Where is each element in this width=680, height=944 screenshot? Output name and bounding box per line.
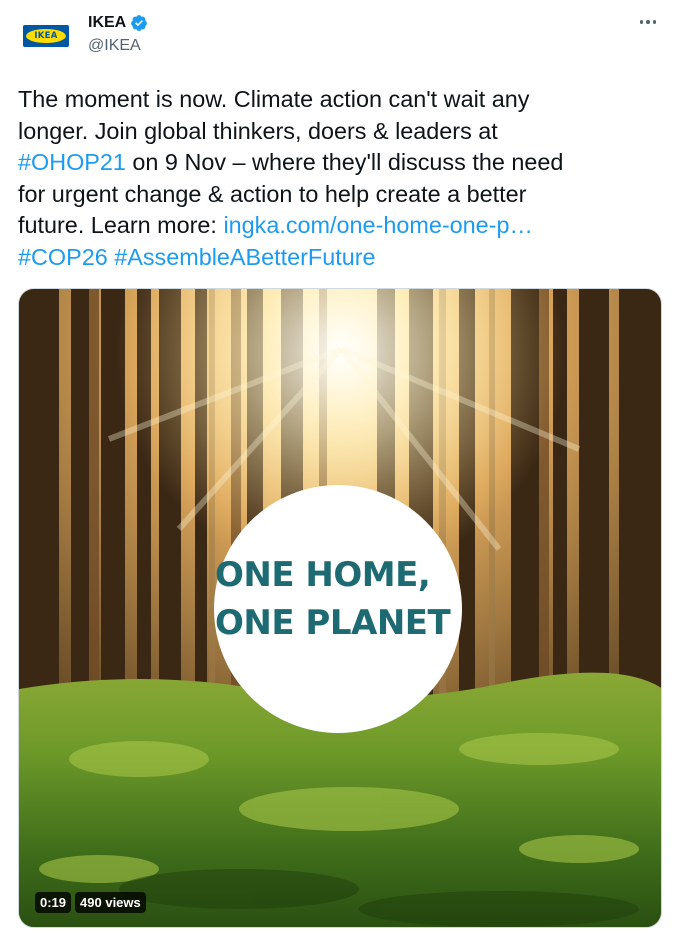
tweet-header: IKEA IKEA @IKEA [0, 0, 680, 80]
video-title-line: ONE HOME, [215, 555, 431, 595]
tweet-line: #COP26 #AssembleABetterFuture [18, 242, 658, 274]
tweet-line-text: on 9 Nov – where they'll discuss the nee… [125, 149, 564, 175]
more-options-icon[interactable] [636, 10, 660, 34]
tweet-line: longer. Join global thinkers, doers & le… [18, 117, 498, 144]
tweet-line-text: future. Learn more: [18, 212, 224, 238]
url-link[interactable]: ingka.com/one-home-one-p… [223, 212, 532, 238]
video-badges: 0:19 490 views [35, 892, 146, 913]
tweet-line: future. Learn more: ingka.com/one-home-o… [18, 210, 658, 242]
hashtag-link[interactable]: #COP26 [18, 244, 108, 270]
logo-text: IKEA [34, 31, 58, 41]
display-name[interactable]: IKEA [88, 14, 126, 32]
hashtag-link[interactable]: #OHOP21 [18, 149, 126, 175]
tweet-line: The moment is now. Climate action can't … [18, 86, 530, 112]
tweet-text: The moment is now. Climate action can't … [18, 84, 658, 273]
ikea-logo: IKEA [23, 25, 69, 47]
video-title-line: ONE PLANET [215, 603, 451, 643]
handle[interactable]: @IKEA [88, 37, 141, 55]
views-badge: 490 views [75, 892, 146, 913]
verified-badge-icon [131, 15, 148, 31]
avatar[interactable]: IKEA [16, 12, 76, 60]
tweet-line: #OHOP21 on 9 Nov – where they'll discuss… [18, 147, 658, 179]
video-title: ONE HOME, ONE PLANET [215, 551, 475, 647]
tweet-line: for urgent change & action to help creat… [18, 180, 527, 207]
hashtag-link[interactable]: #AssembleABetterFuture [114, 244, 375, 270]
duration-badge: 0:19 [35, 892, 72, 913]
author-name-row[interactable]: IKEA [88, 14, 148, 32]
video-player[interactable]: ONE HOME, ONE PLANET 0:19 490 views [18, 288, 662, 928]
